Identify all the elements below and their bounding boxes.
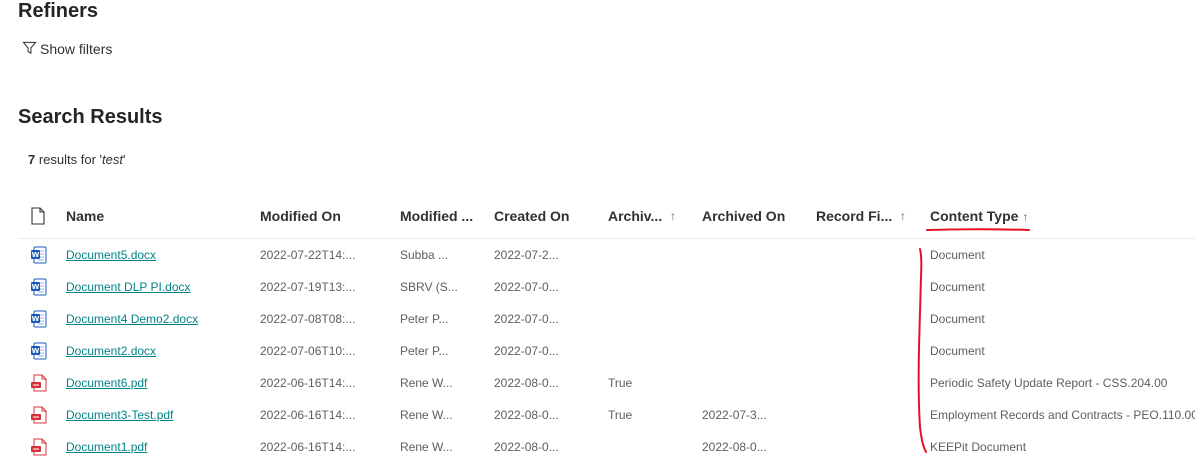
created-on-cell: 2022-08-0... (494, 440, 559, 454)
column-header-created-on[interactable]: Created On (494, 208, 569, 224)
search-page: Refiners Show filters Search Results 7 r… (0, 0, 1195, 457)
modified-by-cell: Rene W... (400, 376, 453, 390)
table-row[interactable]: Document3-Test.pdf 2022-06-16T14:... Rene … (18, 399, 1195, 431)
result-count: 7 results for 'test' (28, 152, 125, 167)
file-name-link[interactable]: Document6.pdf (66, 376, 147, 390)
pdf-doc-icon (30, 406, 48, 424)
archived-cell: True (608, 408, 633, 422)
modified-by-cell: Rene W... (400, 440, 453, 454)
word-doc-icon: W (30, 246, 48, 264)
modified-on-cell: 2022-07-19T13:... (260, 280, 356, 294)
refiners-title: Refiners (18, 0, 99, 22)
column-header-modified-on[interactable]: Modified On (260, 208, 341, 224)
table-row[interactable]: Document6.pdf 2022-06-16T14:... Rene W... 2… (18, 367, 1195, 399)
table-body: W Document5.docx 2022-07-22T14:... Subba ..… (18, 239, 1195, 457)
content-type-cell: KEEPit Document (930, 440, 1027, 454)
file-name-link[interactable]: Document2.docx (66, 344, 156, 358)
sort-ascending-icon: ↑ (670, 209, 676, 223)
modified-on-cell: 2022-07-06T10:... (260, 344, 356, 358)
created-on-cell: 2022-07-2... (494, 248, 559, 262)
sort-ascending-icon: ↑ (1022, 210, 1029, 224)
red-underline-annotation (926, 228, 1030, 231)
modified-on-cell: 2022-07-22T14:... (260, 248, 356, 262)
archived-on-cell: 2022-07-3... (702, 408, 767, 422)
content-type-cell: Document (930, 312, 985, 326)
column-header-content-type-label: Content Type (930, 208, 1019, 224)
result-count-suffix: ' (122, 152, 126, 167)
file-name-link[interactable]: Document3-Test.pdf (66, 408, 173, 422)
file-type-icon[interactable] (31, 207, 45, 230)
table-row[interactable]: W Document5.docx 2022-07-22T14:... Subba ..… (18, 239, 1195, 271)
content-type-cell: Document (930, 344, 985, 358)
modified-by-cell: Peter P... (400, 312, 449, 326)
table-row[interactable]: W Document2.docx 2022-07-06T10:... Peter P.… (18, 335, 1195, 367)
created-on-cell: 2022-07-0... (494, 280, 559, 294)
column-header-record-fi[interactable]: Record Fi... ↑ (816, 208, 906, 224)
result-count-prefix: results for ' (35, 152, 103, 167)
pdf-doc-icon (30, 438, 48, 456)
svg-text:W: W (32, 347, 40, 355)
word-doc-icon: W (30, 310, 48, 328)
modified-on-cell: 2022-06-16T14:... (260, 440, 356, 454)
column-header-archived[interactable]: Archiv... ↑ (608, 208, 676, 224)
word-doc-icon: W (30, 278, 48, 296)
word-doc-icon: W (30, 342, 48, 360)
sort-ascending-icon: ↑ (900, 209, 906, 223)
created-on-cell: 2022-07-0... (494, 344, 559, 358)
content-type-cell: Periodic Safety Update Report - CSS.204.… (930, 376, 1168, 390)
svg-text:W: W (32, 315, 40, 323)
table-row[interactable]: Document1.pdf 2022-06-16T14:... Rene W... 2… (18, 431, 1195, 457)
result-query: test (102, 152, 123, 167)
content-type-cell: Document (930, 248, 985, 262)
table-row[interactable]: W Document4 Demo2.docx 2022-07-08T08:... Pe… (18, 303, 1195, 335)
modified-on-cell: 2022-06-16T14:... (260, 376, 356, 390)
content-type-cell: Employment Records and Contracts - PEO.1… (930, 408, 1195, 422)
red-bracket-annotation (917, 248, 927, 453)
show-filters-button[interactable]: Show filters (22, 40, 112, 58)
svg-text:W: W (32, 251, 40, 259)
file-name-link[interactable]: Document1.pdf (66, 440, 147, 454)
show-filters-label: Show filters (40, 41, 113, 57)
created-on-cell: 2022-08-0... (494, 408, 559, 422)
content-type-cell: Document (930, 280, 985, 294)
svg-text:W: W (32, 283, 40, 291)
column-header-content-type[interactable]: Content Type ↑ (930, 208, 1028, 224)
modified-on-cell: 2022-07-08T08:... (260, 312, 356, 326)
filter-icon (22, 40, 37, 58)
modified-on-cell: 2022-06-16T14:... (260, 408, 356, 422)
column-header-archived-on[interactable]: Archived On (702, 208, 785, 224)
archived-on-cell: 2022-08-0... (702, 440, 767, 454)
file-name-link[interactable]: Document5.docx (66, 248, 156, 262)
column-header-name[interactable]: Name (66, 208, 104, 224)
column-header-record-fi-label: Record Fi... (816, 208, 893, 224)
modified-by-cell: SBRV (S... (400, 280, 458, 294)
column-header-modified-by[interactable]: Modified ... (400, 208, 473, 224)
table-header: Name Modified On Modified ... Created On… (18, 196, 1195, 239)
search-results-title: Search Results (18, 106, 163, 128)
file-name-link[interactable]: Document4 Demo2.docx (66, 312, 198, 326)
modified-by-cell: Peter P... (400, 344, 449, 358)
pdf-doc-icon (30, 374, 48, 392)
column-header-archived-label: Archiv... (608, 208, 663, 224)
modified-by-cell: Subba ... (400, 248, 449, 262)
created-on-cell: 2022-07-0... (494, 312, 559, 326)
file-name-link[interactable]: Document DLP PI.docx (66, 280, 191, 294)
modified-by-cell: Rene W... (400, 408, 453, 422)
created-on-cell: 2022-08-0... (494, 376, 559, 390)
results-table: Name Modified On Modified ... Created On… (18, 196, 1195, 457)
table-row[interactable]: W Document DLP PI.docx 2022-07-19T13:... SB… (18, 271, 1195, 303)
archived-cell: True (608, 376, 633, 390)
